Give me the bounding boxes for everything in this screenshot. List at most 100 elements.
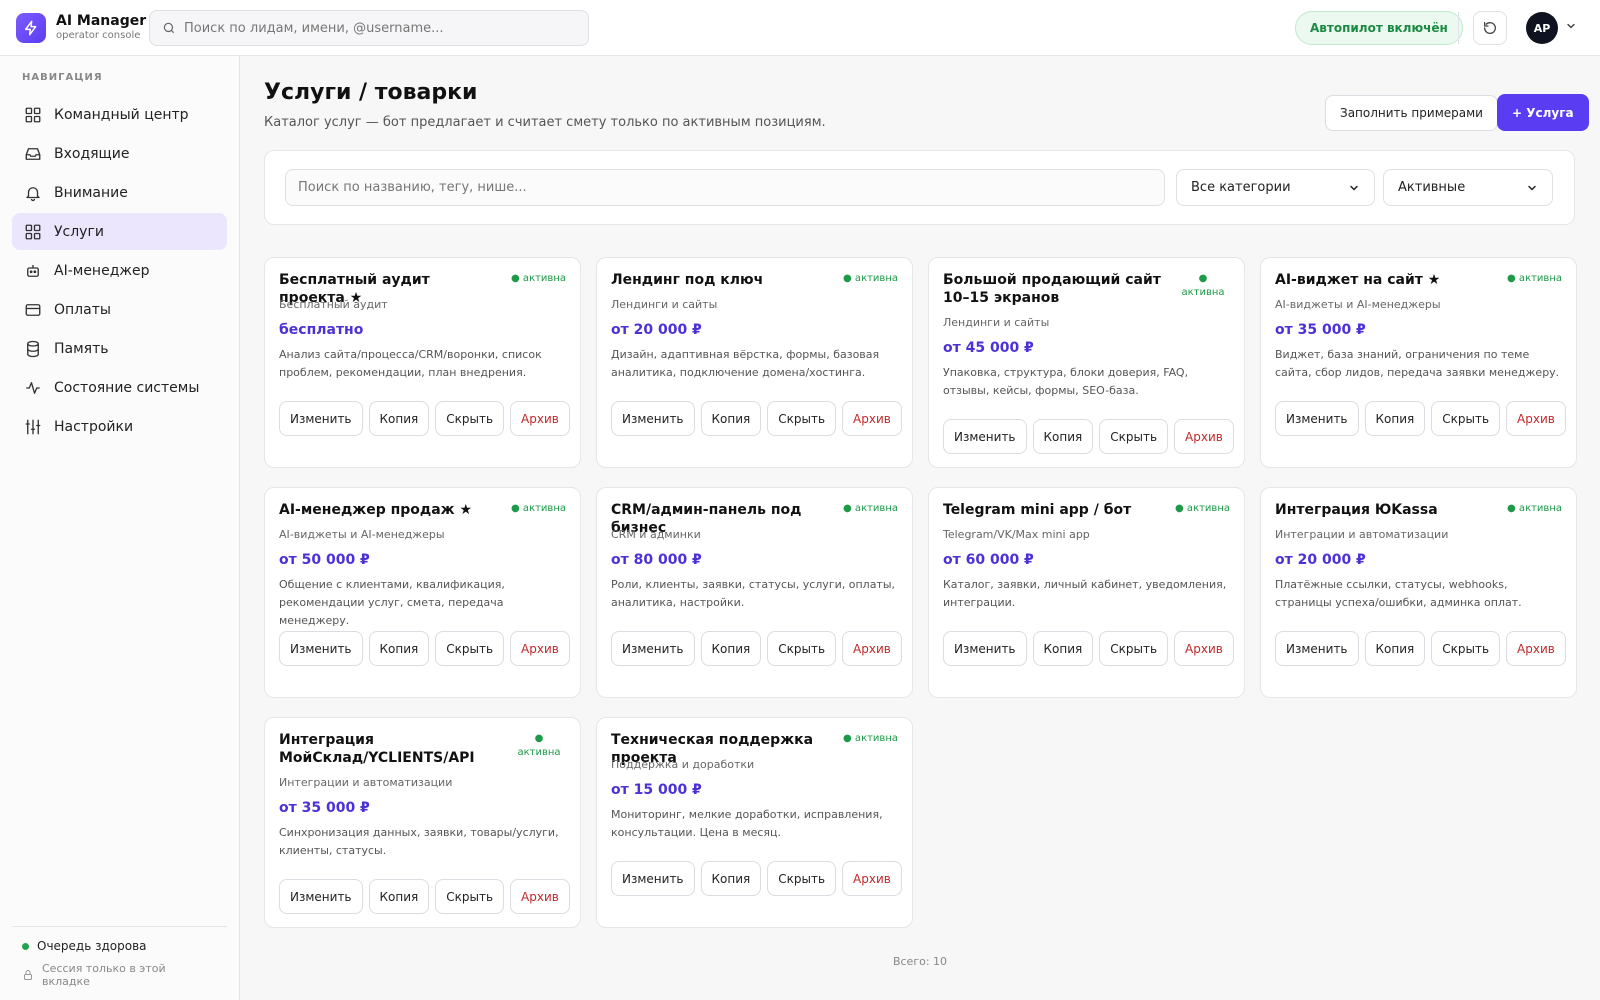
- grid-icon: [24, 223, 42, 241]
- service-price: от 45 000 ₽: [943, 340, 1034, 356]
- hide-button[interactable]: Скрыть: [1431, 631, 1501, 666]
- global-search-input[interactable]: [184, 20, 574, 36]
- copy-button[interactable]: Копия: [1364, 631, 1426, 666]
- copy-button[interactable]: Копия: [368, 879, 430, 914]
- refresh-button[interactable]: [1473, 11, 1507, 45]
- bolt-icon: [24, 20, 37, 36]
- grid-icon: [24, 106, 42, 124]
- sidebar: НАВИГАЦИЯ Командный центр Входящие Внима…: [0, 56, 240, 1000]
- status-badge: ● активна: [511, 503, 566, 514]
- archive-button[interactable]: Архив: [1174, 631, 1234, 666]
- hide-button[interactable]: Скрыть: [435, 401, 505, 436]
- app-logo[interactable]: [16, 13, 46, 43]
- queue-status-text: Очередь здорова: [37, 939, 147, 953]
- edit-button[interactable]: Изменить: [1275, 631, 1359, 666]
- service-description: Анализ сайта/процесса/CRM/воронки, списо…: [279, 348, 542, 379]
- sidebar-item-ai-manager[interactable]: AI-менеджер: [12, 252, 227, 289]
- card-actions: Изменить Копия Скрыть Архив: [611, 401, 908, 436]
- hide-button[interactable]: Скрыть: [767, 861, 837, 896]
- hide-button[interactable]: Скрыть: [767, 631, 837, 666]
- sidebar-item-command-center[interactable]: Командный центр: [12, 96, 227, 133]
- service-description: Дизайн, адаптивная вёрстка, формы, базов…: [611, 348, 880, 379]
- sidebar-item-payments[interactable]: Оплаты: [12, 291, 227, 328]
- edit-button[interactable]: Изменить: [1275, 401, 1359, 436]
- add-service-button[interactable]: + Услуга: [1497, 94, 1589, 131]
- archive-button[interactable]: Архив: [1506, 401, 1566, 436]
- status-badge: ● активна: [517, 733, 561, 758]
- global-search[interactable]: [149, 10, 589, 46]
- service-category: Telegram/VK/Max mini app: [943, 528, 1090, 541]
- app-title: AI Manager: [56, 13, 147, 29]
- sidebar-item-label: Услуги: [54, 223, 104, 240]
- service-price: от 20 000 ₽: [611, 322, 702, 338]
- copy-button[interactable]: Копия: [368, 631, 430, 666]
- archive-button[interactable]: Архив: [1174, 419, 1234, 454]
- service-price: от 15 000 ₽: [611, 782, 702, 798]
- autopilot-status-badge[interactable]: Автопилот включён: [1295, 11, 1463, 45]
- sidebar-item-label: Оплаты: [54, 301, 111, 318]
- service-card: Интеграция МойСклад/YCLIENTS/API ● актив…: [264, 717, 581, 928]
- sidebar-item-services[interactable]: Услуги: [12, 213, 227, 250]
- copy-button[interactable]: Копия: [1032, 631, 1094, 666]
- archive-button[interactable]: Архив: [842, 861, 902, 896]
- status-badge: ● активна: [843, 733, 898, 744]
- copy-button[interactable]: Копия: [1032, 419, 1094, 454]
- edit-button[interactable]: Изменить: [611, 861, 695, 896]
- card-actions: Изменить Копия Скрыть Архив: [279, 879, 576, 914]
- edit-button[interactable]: Изменить: [943, 419, 1027, 454]
- status-badge: ● активна: [843, 273, 898, 284]
- hide-button[interactable]: Скрыть: [767, 401, 837, 436]
- edit-button[interactable]: Изменить: [279, 401, 363, 436]
- edit-button[interactable]: Изменить: [279, 879, 363, 914]
- edit-button[interactable]: Изменить: [611, 631, 695, 666]
- service-card: Лендинг под ключ ● активна Лендинги и са…: [596, 257, 913, 468]
- chevron-down-icon[interactable]: [1565, 20, 1577, 36]
- status-select[interactable]: Активные: [1383, 169, 1553, 206]
- service-title: AI-виджет на сайт ★: [1275, 272, 1441, 288]
- edit-button[interactable]: Изменить: [611, 401, 695, 436]
- category-select[interactable]: Все категории: [1176, 169, 1375, 206]
- archive-button[interactable]: Архив: [510, 631, 570, 666]
- archive-button[interactable]: Архив: [842, 401, 902, 436]
- service-card: Техническая поддержка проекта ● активна …: [596, 717, 913, 928]
- sidebar-item-inbox[interactable]: Входящие: [12, 135, 227, 172]
- sidebar-item-system-status[interactable]: Состояние системы: [12, 369, 227, 406]
- service-description: Роли, клиенты, заявки, статусы, услуги, …: [611, 578, 896, 609]
- robot-icon: [24, 262, 42, 280]
- sidebar-item-attention[interactable]: Внимание: [12, 174, 227, 211]
- service-price: от 35 000 ₽: [279, 800, 370, 816]
- copy-button[interactable]: Копия: [700, 861, 762, 896]
- sidebar-item-settings[interactable]: Настройки: [12, 408, 227, 445]
- archive-button[interactable]: Архив: [510, 879, 570, 914]
- service-price: от 50 000 ₽: [279, 552, 370, 568]
- hide-button[interactable]: Скрыть: [1431, 401, 1501, 436]
- sidebar-item-memory[interactable]: Память: [12, 330, 227, 367]
- archive-button[interactable]: Архив: [510, 401, 570, 436]
- service-search-input[interactable]: [285, 169, 1165, 206]
- hide-button[interactable]: Скрыть: [435, 879, 505, 914]
- archive-button[interactable]: Архив: [1506, 631, 1566, 666]
- service-category: Лендинги и сайты: [943, 316, 1050, 329]
- inbox-icon: [24, 145, 42, 163]
- hide-button[interactable]: Скрыть: [1099, 631, 1169, 666]
- service-card: Telegram mini app / бот ● активна Telegr…: [928, 487, 1245, 698]
- copy-button[interactable]: Копия: [700, 631, 762, 666]
- service-category: Интеграции и автоматизации: [279, 776, 453, 789]
- user-avatar[interactable]: AP: [1526, 12, 1558, 44]
- copy-button[interactable]: Копия: [368, 401, 430, 436]
- hide-button[interactable]: Скрыть: [1099, 419, 1169, 454]
- session-note: Сессия только в этой вкладке: [22, 962, 217, 988]
- edit-button[interactable]: Изменить: [943, 631, 1027, 666]
- hide-button[interactable]: Скрыть: [435, 631, 505, 666]
- service-price: от 20 000 ₽: [1275, 552, 1366, 568]
- bell-icon: [24, 184, 42, 202]
- top-bar: AI Manager operator console Автопилот вк…: [0, 0, 1600, 56]
- sidebar-item-label: Командный центр: [54, 106, 189, 123]
- copy-button[interactable]: Копия: [1364, 401, 1426, 436]
- service-category: AI-виджеты и AI-менеджеры: [1275, 298, 1441, 311]
- fill-examples-button[interactable]: Заполнить примерами: [1325, 95, 1498, 131]
- archive-button[interactable]: Архив: [842, 631, 902, 666]
- page-subtitle: Каталог услуг — бот предлагает и считает…: [264, 115, 826, 130]
- edit-button[interactable]: Изменить: [279, 631, 363, 666]
- copy-button[interactable]: Копия: [700, 401, 762, 436]
